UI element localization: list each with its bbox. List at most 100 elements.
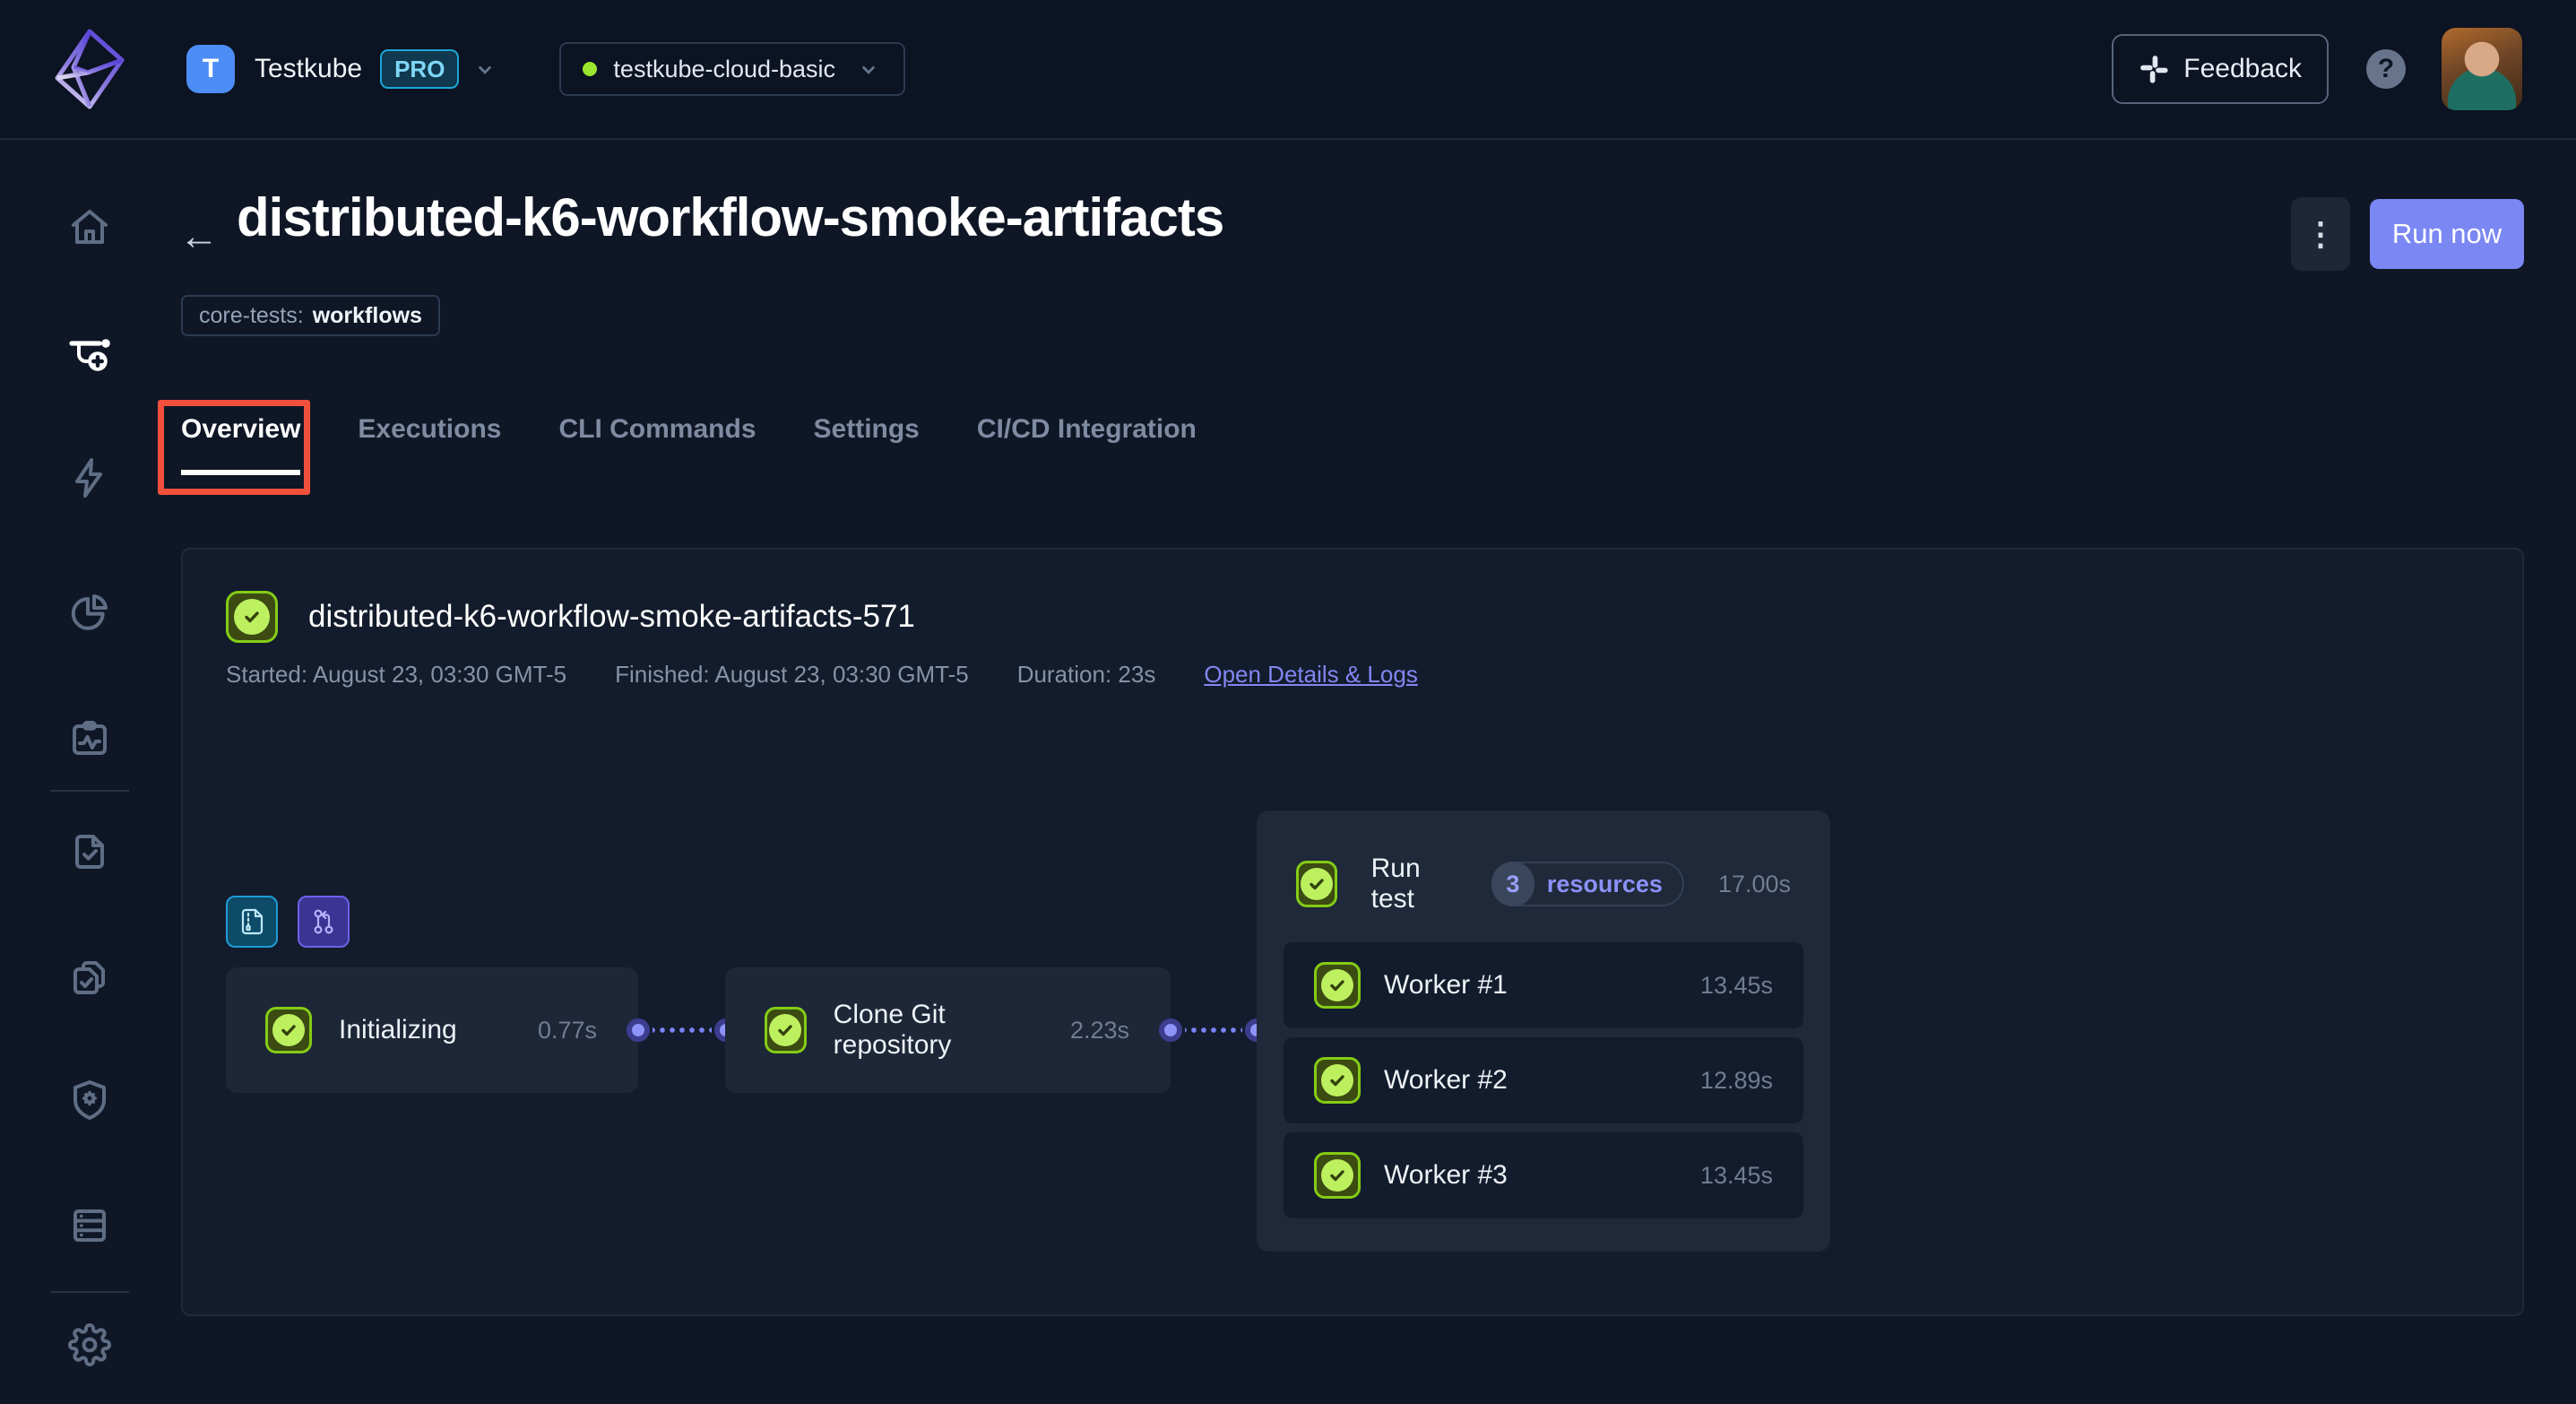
step-duration: 0.77s xyxy=(538,1017,597,1044)
status-passed-icon xyxy=(765,1007,807,1053)
worker-name: Worker #3 xyxy=(1384,1160,1508,1191)
pie-chart-icon xyxy=(68,591,111,634)
user-avatar[interactable] xyxy=(2442,28,2522,110)
worker-duration: 13.45s xyxy=(1700,1162,1773,1190)
dotted-edge xyxy=(1185,1027,1242,1034)
feedback-label: Feedback xyxy=(2183,54,2302,84)
latest-execution-card: distributed-k6-workflow-smoke-artifacts-… xyxy=(181,548,2524,1316)
chevron-down-icon xyxy=(471,56,498,82)
tab-cicd-integration[interactable]: CI/CD Integration xyxy=(977,414,1197,475)
connector-endpoint xyxy=(1159,1018,1182,1042)
status-passed-icon xyxy=(1314,1152,1361,1199)
step-duration: 17.00s xyxy=(1718,871,1791,898)
help-button[interactable]: ? xyxy=(2366,49,2406,89)
sidebar-item-triggers[interactable] xyxy=(65,453,115,503)
env-status-dot xyxy=(583,62,597,76)
worker-name: Worker #2 xyxy=(1384,1065,1508,1096)
run-now-button[interactable]: Run now xyxy=(2370,199,2524,269)
tab-bar: Overview Executions CLI Commands Setting… xyxy=(181,414,1197,475)
chevron-down-icon xyxy=(855,56,882,82)
gear-icon xyxy=(68,1323,111,1366)
label-chip-value: workflows xyxy=(313,303,422,329)
execution-name: distributed-k6-workflow-smoke-artifacts-… xyxy=(308,599,915,635)
status-passed-icon xyxy=(1314,1057,1361,1104)
lightning-icon xyxy=(68,456,111,499)
step-name: Run test xyxy=(1371,854,1457,914)
testkube-logo-icon[interactable] xyxy=(52,26,127,112)
feedback-button[interactable]: Feedback xyxy=(2112,34,2329,104)
sidebar-item-test-suites[interactable] xyxy=(65,952,115,1002)
worker-duration: 13.45s xyxy=(1700,972,1773,1000)
sidebar-item-insights[interactable] xyxy=(65,587,115,637)
git-compare-icon xyxy=(307,906,340,938)
org-avatar: T xyxy=(186,45,235,93)
step-name: Initializing xyxy=(339,1015,457,1045)
tab-overview[interactable]: Overview xyxy=(181,414,300,475)
status-passed-icon xyxy=(226,591,278,643)
test-workflow-add-icon xyxy=(68,331,111,374)
sidebar-item-settings[interactable] xyxy=(65,1320,115,1370)
sidebar-divider xyxy=(50,1291,129,1293)
plan-badge: PRO xyxy=(380,49,459,89)
sidebar-item-webhooks[interactable] xyxy=(65,1075,115,1125)
worker-name: Worker #1 xyxy=(1384,970,1508,1001)
worker-row-3[interactable]: Worker #3 13.45s xyxy=(1284,1132,1803,1218)
org-switcher[interactable]: T Testkube PRO xyxy=(186,45,498,93)
compare-executions-button[interactable] xyxy=(298,896,350,948)
resources-badge[interactable]: 3 resources xyxy=(1491,862,1684,906)
started-label: Started: August 23, 03:30 GMT-5 xyxy=(226,661,566,689)
dotted-edge xyxy=(653,1027,712,1034)
status-passed-icon xyxy=(265,1007,312,1053)
sidebar-item-tests[interactable] xyxy=(65,827,115,877)
files-stack-check-icon xyxy=(68,956,111,999)
kebab-icon: ⋮ xyxy=(2304,215,2337,252)
edge-connector xyxy=(627,1018,738,1042)
home-icon xyxy=(68,206,111,249)
step-node-run-test[interactable]: Run test 3 resources 17.00s xyxy=(1296,857,1791,911)
page-title: distributed-k6-workflow-smoke-artifacts xyxy=(237,186,1223,248)
step-duration: 2.23s xyxy=(1070,1017,1129,1044)
worker-row-2[interactable]: Worker #2 12.89s xyxy=(1284,1037,1803,1123)
worker-duration: 12.89s xyxy=(1700,1067,1773,1095)
step-node-clone-git-repository[interactable]: Clone Git repository 2.23s xyxy=(725,967,1171,1093)
step-node-initializing[interactable]: Initializing 0.77s xyxy=(226,967,638,1093)
open-details-logs-link[interactable]: Open Details & Logs xyxy=(1204,661,1417,689)
sidebar-divider xyxy=(50,790,129,792)
server-stack-icon xyxy=(68,1204,111,1247)
finished-label: Finished: August 23, 03:30 GMT-5 xyxy=(615,661,969,689)
sidebar-item-test-workflows[interactable] xyxy=(65,327,115,377)
resources-count: 3 xyxy=(1491,862,1534,906)
resources-label: resources xyxy=(1547,871,1663,898)
back-arrow-icon: ← xyxy=(179,214,219,259)
env-name: testkube-cloud-basic xyxy=(613,56,835,83)
question-mark-icon: ? xyxy=(2378,54,2394,84)
worker-row-1[interactable]: Worker #1 13.45s xyxy=(1284,942,1803,1028)
topbar: T Testkube PRO testkube-cloud-basic Feed… xyxy=(0,0,2576,140)
connector-endpoint xyxy=(627,1018,650,1042)
step-group-run-test[interactable]: Run test 3 resources 17.00s Worker #1 13… xyxy=(1257,810,1830,1252)
tab-settings[interactable]: Settings xyxy=(814,414,920,475)
more-actions-button[interactable]: ⋮ xyxy=(2291,197,2350,271)
artifacts-archive-button[interactable] xyxy=(226,896,278,948)
org-name: Testkube xyxy=(255,54,362,84)
tab-executions[interactable]: Executions xyxy=(358,414,501,475)
status-passed-icon xyxy=(1314,962,1361,1009)
label-chip: core-tests: workflows xyxy=(181,295,440,336)
sidebar-item-dashboard[interactable] xyxy=(65,203,115,253)
edge-connector xyxy=(1159,1018,1268,1042)
back-button[interactable]: ← xyxy=(176,213,222,260)
step-name: Clone Git repository xyxy=(834,1000,1043,1061)
execution-meta: Started: August 23, 03:30 GMT-5 Finished… xyxy=(226,661,1418,689)
environment-select[interactable]: testkube-cloud-basic xyxy=(559,42,905,96)
status-passed-icon xyxy=(1296,861,1337,907)
label-chip-key: core-tests: xyxy=(199,303,304,329)
clipboard-pulse-icon xyxy=(68,717,111,760)
shield-gear-icon xyxy=(68,1079,111,1122)
duration-label: Duration: 23s xyxy=(1017,661,1156,689)
sidebar-item-sources[interactable] xyxy=(65,1200,115,1251)
sidebar-item-monitors[interactable] xyxy=(65,714,115,764)
tab-cli-commands[interactable]: CLI Commands xyxy=(558,414,756,475)
file-check-icon xyxy=(68,830,111,873)
zip-file-icon xyxy=(236,906,268,938)
slack-icon xyxy=(2139,54,2169,84)
